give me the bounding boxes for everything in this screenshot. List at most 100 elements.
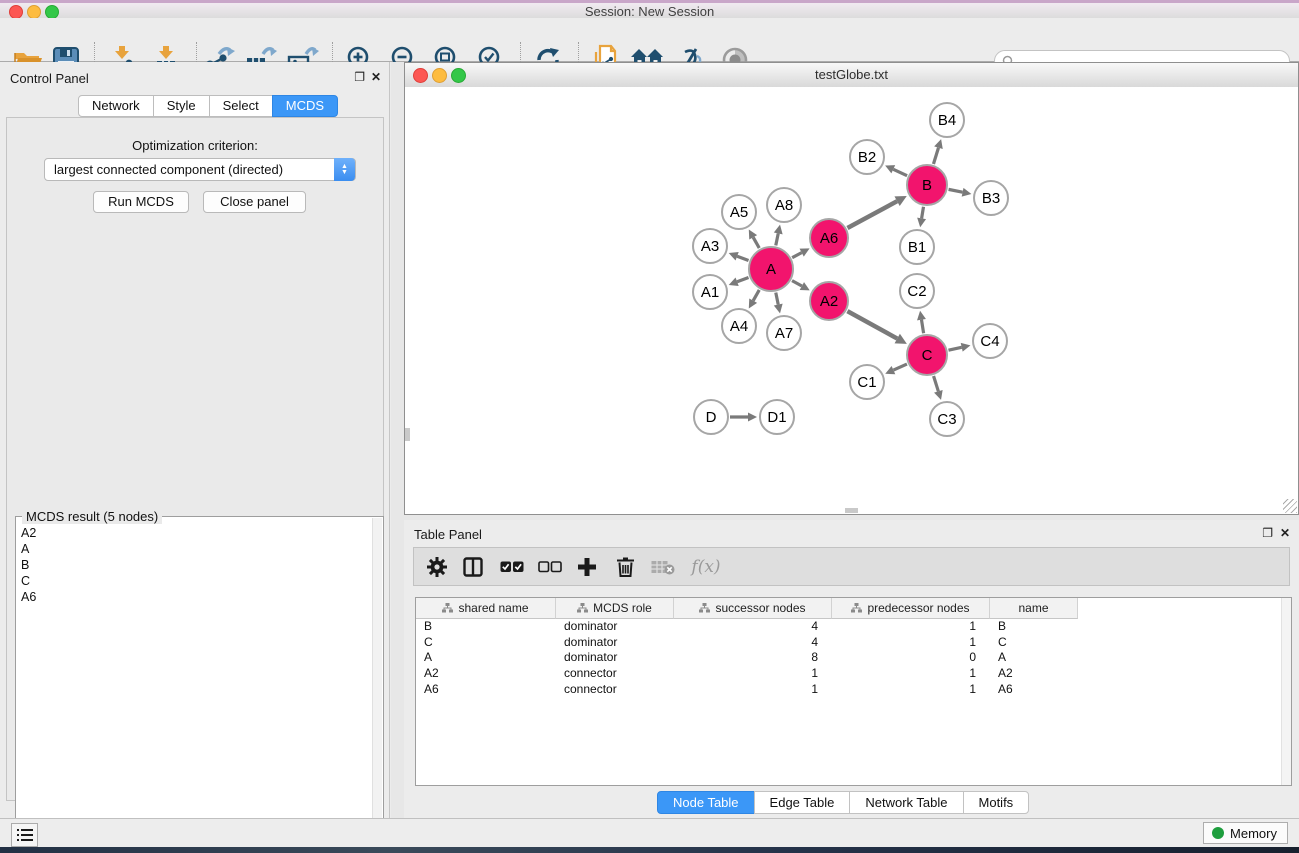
column-header[interactable]: predecessor nodes	[832, 598, 990, 619]
table-panel-title: Table Panel	[414, 527, 482, 542]
tab-network[interactable]: Network	[78, 95, 154, 117]
table-row[interactable]: Cdominator41C	[416, 635, 1282, 651]
table-cell: C	[416, 635, 556, 651]
node-label: A2	[820, 293, 838, 310]
tab-edge-table[interactable]: Edge Table	[754, 791, 851, 814]
mcds-result-box: MCDS result (5 nodes) A2ABCA6	[15, 516, 384, 853]
columns-icon	[463, 557, 483, 577]
table-row[interactable]: Adominator80A	[416, 650, 1282, 666]
unselect-all-columns-button[interactable]	[537, 555, 563, 579]
criterion-dropdown[interactable]: largest connected component (directed) ▲…	[44, 158, 356, 181]
close-panel-icon[interactable]: ✕	[371, 71, 381, 83]
graph-edge[interactable]	[893, 169, 907, 175]
tab-select[interactable]: Select	[209, 95, 273, 117]
float-panel-icon[interactable]: ❐	[354, 71, 365, 83]
result-list-item[interactable]: A2	[18, 525, 373, 541]
graph-edge[interactable]	[922, 207, 924, 219]
task-history-button[interactable]	[11, 823, 38, 847]
column-header[interactable]: MCDS role	[556, 598, 674, 619]
result-list-item[interactable]: C	[18, 573, 373, 589]
run-mcds-button[interactable]: Run MCDS	[93, 191, 189, 213]
graph-edge[interactable]	[949, 189, 963, 192]
node-label: A1	[701, 284, 719, 301]
table-cell: B	[990, 619, 1078, 635]
tab-motifs[interactable]: Motifs	[963, 791, 1030, 814]
node-table: shared nameMCDS rolesuccessor nodesprede…	[415, 597, 1292, 786]
network-hscrollbar[interactable]	[845, 508, 858, 513]
tab-mcds[interactable]: MCDS	[272, 95, 338, 117]
node-label: C	[922, 347, 933, 364]
table-scrollbar[interactable]	[1281, 598, 1291, 785]
graph-edge[interactable]	[847, 311, 897, 338]
tab-style[interactable]: Style	[153, 95, 210, 117]
graph-edge[interactable]	[737, 256, 748, 260]
graph-edge[interactable]	[753, 290, 759, 301]
table-cell: 1	[832, 635, 990, 651]
graph-edge[interactable]	[921, 320, 923, 334]
table-cell: B	[416, 619, 556, 635]
resize-grip-icon[interactable]	[1283, 499, 1297, 513]
graph-edge[interactable]	[776, 233, 778, 245]
table-cell: 1	[832, 666, 990, 682]
mcds-result-list[interactable]: A2ABCA6	[18, 525, 373, 853]
node-label: B3	[982, 190, 1000, 207]
graph-edge[interactable]	[934, 376, 939, 391]
close-panel-button[interactable]: Close panel	[203, 191, 306, 213]
delete-table-icon	[651, 559, 675, 575]
network-graph[interactable]: AA1A2A3A4A5A6A7A8BB1B2B3B4CC1C2C3C4DD1	[405, 87, 1298, 514]
graph-edge[interactable]	[847, 201, 897, 228]
memory-button[interactable]: Memory	[1203, 822, 1288, 844]
table-header: shared nameMCDS rolesuccessor nodesprede…	[416, 598, 1078, 619]
delete-column-button[interactable]	[612, 555, 638, 579]
select-all-columns-button[interactable]	[499, 555, 525, 579]
network-desktop: testGlobe.txt AA1A2A3A4A5A6A7A8BB1B2B3B4…	[391, 62, 1299, 818]
edge-arrowhead	[917, 218, 926, 228]
tab-node-table[interactable]: Node Table	[657, 791, 755, 814]
column-header[interactable]: name	[990, 598, 1078, 619]
result-scrollbar[interactable]	[372, 518, 382, 853]
graph-edge[interactable]	[737, 277, 748, 281]
graph-edge[interactable]	[792, 253, 801, 258]
node-label: A	[766, 261, 776, 278]
graph-edge[interactable]	[776, 293, 778, 305]
table-cell: 0	[832, 650, 990, 666]
window-titlebar: Session: New Session	[0, 0, 1299, 18]
table-rows: Bdominator41BCdominator41CAdominator80AA…	[416, 619, 1282, 697]
show-columns-button[interactable]	[460, 555, 486, 579]
status-bar: Memory	[0, 818, 1299, 847]
close-table-panel-icon[interactable]: ✕	[1280, 527, 1290, 539]
main-toolbar	[0, 18, 1299, 62]
node-label: C1	[857, 374, 876, 391]
graph-edge[interactable]	[933, 148, 938, 164]
control-panel-title: Control Panel	[10, 71, 89, 86]
result-list-item[interactable]: B	[18, 557, 373, 573]
result-list-item[interactable]: A	[18, 541, 373, 557]
attribute-icon	[442, 603, 453, 613]
create-column-button[interactable]	[574, 555, 600, 579]
network-window-titlebar[interactable]: testGlobe.txt	[405, 63, 1298, 88]
table-row[interactable]: A2connector11A2	[416, 666, 1282, 682]
graph-edge[interactable]	[792, 281, 802, 286]
table-row[interactable]: A6connector11A6	[416, 682, 1282, 698]
result-list-item[interactable]: A6	[18, 589, 373, 605]
table-cell: A6	[990, 682, 1078, 698]
tab-network-table[interactable]: Network Table	[849, 791, 963, 814]
table-row[interactable]: Bdominator41B	[416, 619, 1282, 635]
table-tabs: Node Table Edge Table Network Table Moti…	[657, 791, 1029, 814]
unchecked-boxes-icon	[538, 561, 562, 573]
column-header[interactable]: successor nodes	[674, 598, 832, 619]
table-settings-button[interactable]	[424, 555, 450, 579]
float-table-panel-icon[interactable]: ❐	[1262, 527, 1273, 539]
table-cell: 8	[674, 650, 832, 666]
graph-edge[interactable]	[893, 364, 906, 370]
optimization-criterion-label: Optimization criterion:	[7, 138, 383, 153]
gear-icon	[427, 557, 447, 577]
graph-edge[interactable]	[753, 237, 759, 248]
table-cell: C	[990, 635, 1078, 651]
list-icon	[17, 828, 33, 842]
graph-edge[interactable]	[948, 347, 961, 350]
node-label: D	[706, 409, 717, 426]
network-canvas[interactable]: AA1A2A3A4A5A6A7A8BB1B2B3B4CC1C2C3C4DD1	[405, 87, 1298, 514]
column-header[interactable]: shared name	[416, 598, 556, 619]
network-vscrollbar[interactable]	[405, 428, 410, 441]
